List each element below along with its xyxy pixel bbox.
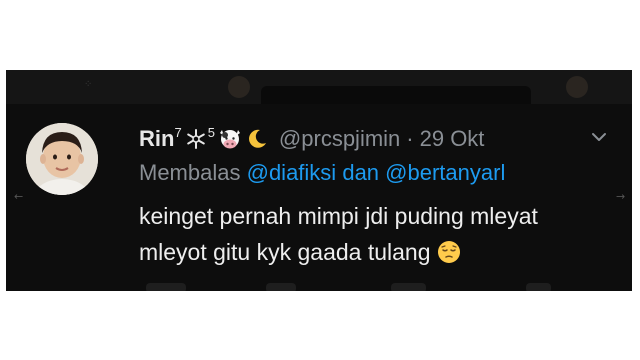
dot-separator: ·: [406, 126, 414, 151]
reply-mention-link[interactable]: @diafiksi: [247, 160, 337, 185]
tweet-body-line-wrap: mleyot gitu kyk gaada tulang: [139, 234, 538, 270]
name-superscript: 5: [207, 124, 215, 140]
user-handle[interactable]: @prcspjimin: [279, 126, 400, 152]
tweet-screenshot: ⁘ Rin 7 5 @prcspjimin · 29 Okt Membalas …: [6, 70, 632, 291]
previous-arrow-icon[interactable]: ←: [14, 190, 23, 203]
reply-context: Membalas @diafiksi dan @bertanyarl: [139, 160, 505, 186]
timestamp[interactable]: 29 Okt: [420, 126, 485, 152]
next-arrow-icon[interactable]: →: [616, 190, 625, 203]
blurred-action-bar: [266, 283, 296, 291]
display-name[interactable]: Rin: [139, 126, 174, 152]
crescent-moon-icon: [245, 127, 269, 151]
blurred-action-bar: [526, 283, 551, 291]
blurred-avatar: [228, 76, 250, 98]
snowflake-icon: [184, 127, 208, 151]
tweet-body-line: mleyot gitu kyk gaada tulang: [139, 239, 431, 265]
blurred-avatar: [566, 76, 588, 98]
chevron-down-icon[interactable]: [590, 130, 608, 144]
blurred-action-bar: [391, 283, 426, 291]
blurred-shade: [261, 86, 531, 104]
avatar[interactable]: [26, 123, 98, 195]
tweet-body-line: keinget pernah mimpi jdi puding mleyat: [139, 203, 538, 229]
pensive-face-icon: [437, 238, 461, 263]
tweet-header: Rin 7 5 @prcspjimin · 29 Okt: [139, 122, 484, 156]
tweet-body: keinget pernah mimpi jdi puding mleyat m…: [139, 198, 538, 270]
reply-joiner: dan: [342, 160, 380, 185]
child-portrait-icon: [26, 123, 98, 195]
cow-face-icon: [217, 127, 243, 151]
reply-prefix: Membalas: [139, 160, 241, 185]
blurred-top-text: ⁘: [84, 79, 93, 90]
name-superscript: 7: [174, 124, 182, 140]
blurred-action-bar: [146, 283, 186, 291]
reply-mention-link[interactable]: @bertanyarl: [385, 160, 505, 185]
